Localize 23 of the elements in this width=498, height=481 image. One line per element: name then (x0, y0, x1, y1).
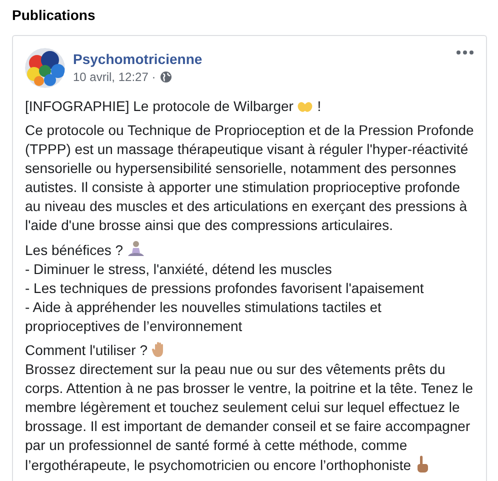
more-options-button[interactable] (456, 50, 474, 55)
usage-heading: Comment l'utiliser ? (25, 342, 148, 358)
meditating-figure-icon (126, 240, 145, 258)
post-paragraph: Ce protocole ou Technique de Proprioception et de la Pression Profonde (TPPP) est un massage thérapeutique visant à réguler l'hyper-réactivité sensorielle ou hypersensibilité sensorielle, notamment des personnes autistes. Il consiste à apporter une stimulation proprioceptive profonde au niveau des muscles et des articulations en exerçant des pressions à l'aide d'une brosse ainsi que des compressions articulaires. (25, 121, 475, 235)
author-name[interactable]: Psychomotricienne (73, 50, 456, 68)
globe-icon (160, 71, 172, 83)
section-title: Publications (12, 6, 96, 24)
usage-line: corps. Attention à ne pas brosser le ventre, la poitrine et la tête. Tenez le (25, 380, 474, 396)
post-headline: [INFOGRAPHIE] Le protocole de Wilbarger (25, 98, 294, 114)
usage-line: par un professionnel de santé formé à cette méthode, comme (25, 437, 408, 453)
usage-line: Brossez directement sur la peau nue ou sur des vêtements prêts du (25, 361, 446, 377)
benefit-item: - Diminuer le stress, l'anxiété, détend les muscles (25, 260, 333, 279)
pointing-up-icon (414, 455, 429, 473)
open-hands-icon (297, 100, 314, 114)
exclamation-text: ! (317, 98, 322, 114)
usage-line: membre légèrement et touchez seulement celui sur lequel effectuez le (25, 399, 460, 415)
usage-line: l’ergothérapeute, le psychomotricien ou encore l’orthophoniste (25, 457, 412, 473)
benefit-item: - Les techniques de pressions profondes favorisent l'apaisement (25, 279, 425, 298)
benefits-heading: Les bénéfices ? (25, 242, 124, 258)
benefit-item: - Aide à appréhender les nouvelles stimulations tactiles et proprioceptives de l’environnement (25, 298, 382, 336)
usage-line: brossage. Il est important de demander conseil et se faire accompagner (25, 418, 470, 434)
post-date[interactable]: 10 avril, 12:27 · (73, 69, 156, 85)
avatar-image (25, 48, 65, 88)
